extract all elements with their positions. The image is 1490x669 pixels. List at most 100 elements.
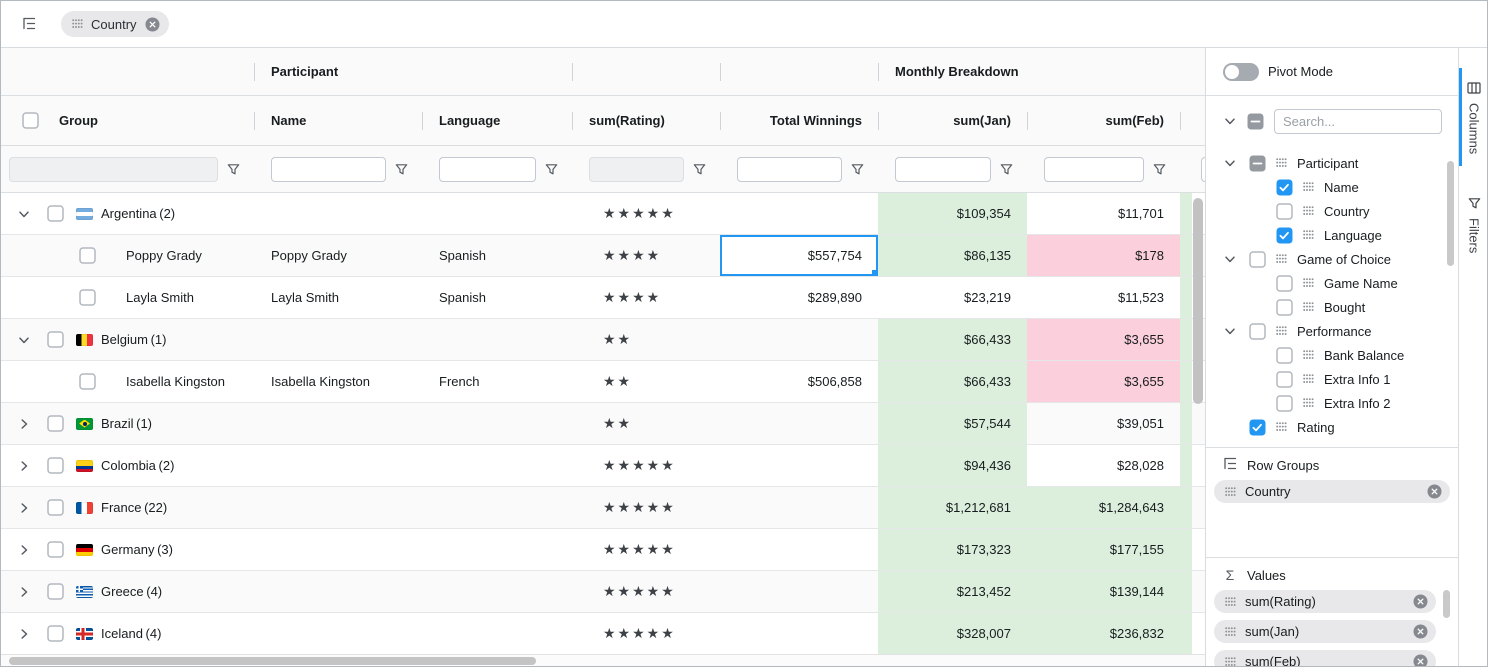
cell-language[interactable] bbox=[422, 319, 572, 360]
column-item-extra-info-1[interactable]: Extra Info 1 bbox=[1206, 367, 1458, 391]
column-search-input[interactable] bbox=[1274, 109, 1442, 134]
chevron-down-icon[interactable] bbox=[17, 207, 31, 221]
row-checkbox-icon[interactable] bbox=[47, 583, 64, 600]
group-chip-country[interactable]: Country bbox=[61, 11, 169, 37]
cell-total-winnings[interactable] bbox=[720, 193, 878, 234]
column-header-group[interactable]: Group bbox=[1, 96, 254, 145]
cell-feb[interactable]: $11,523 bbox=[1027, 277, 1180, 318]
column-checkbox-icon[interactable] bbox=[1276, 203, 1293, 220]
chip-sumfeb[interactable]: sum(Feb) bbox=[1214, 650, 1436, 667]
cell-language[interactable]: Spanish bbox=[422, 235, 572, 276]
filter-input-language[interactable] bbox=[439, 157, 536, 182]
column-item-game-of-choice[interactable]: Game of Choice bbox=[1206, 247, 1458, 271]
cell-name[interactable] bbox=[254, 529, 422, 570]
cell-group[interactable]: Greece (4) bbox=[1, 571, 254, 612]
filter-funnel-icon[interactable] bbox=[544, 162, 559, 177]
cell-group[interactable]: Belgium (1) bbox=[1, 319, 254, 360]
pivot-mode-toggle[interactable] bbox=[1223, 63, 1259, 81]
column-checkbox-icon[interactable] bbox=[1249, 419, 1266, 436]
column-checkbox-icon[interactable] bbox=[1276, 347, 1293, 364]
row-checkbox[interactable] bbox=[79, 289, 96, 306]
filter-button-rating[interactable] bbox=[684, 162, 714, 177]
tree-scrollbar-thumb[interactable] bbox=[1447, 161, 1454, 266]
chevron-right-icon[interactable] bbox=[17, 459, 31, 473]
column-checkbox-icon[interactable] bbox=[1276, 371, 1293, 388]
row-checkbox-icon[interactable] bbox=[47, 541, 64, 558]
column-header-name[interactable]: Name bbox=[254, 96, 422, 145]
chip-country[interactable]: Country bbox=[1214, 480, 1450, 503]
remove-icon[interactable] bbox=[145, 17, 160, 32]
column-checkbox[interactable] bbox=[1249, 155, 1266, 172]
cell-language[interactable] bbox=[422, 529, 572, 570]
filter-input-jan[interactable] bbox=[895, 157, 991, 182]
cell-group[interactable]: Isabella Kingston bbox=[1, 361, 254, 402]
filter-funnel-icon[interactable] bbox=[850, 162, 865, 177]
remove-icon[interactable] bbox=[1413, 654, 1428, 667]
chevron-down-icon[interactable] bbox=[1223, 156, 1237, 170]
cell-jan[interactable]: $328,007 bbox=[878, 613, 1027, 654]
cell-jan[interactable]: $23,219 bbox=[878, 277, 1027, 318]
filter-input-total[interactable] bbox=[737, 157, 842, 182]
column-checkbox[interactable] bbox=[1276, 395, 1293, 412]
column-header-feb[interactable]: sum(Feb) bbox=[1027, 96, 1180, 145]
select-all-rows-checkbox-icon[interactable] bbox=[22, 112, 39, 129]
filter-button-total[interactable] bbox=[842, 162, 872, 177]
column-checkbox-icon[interactable] bbox=[1276, 179, 1293, 196]
filter-funnel-icon[interactable] bbox=[226, 162, 241, 177]
column-checkbox[interactable] bbox=[1276, 203, 1293, 220]
row-checkbox-icon[interactable] bbox=[47, 499, 64, 516]
cell-rating[interactable]: ★★★★ bbox=[572, 235, 720, 276]
select-all-rows-checkbox[interactable] bbox=[22, 112, 39, 129]
row-checkbox[interactable] bbox=[47, 499, 64, 516]
cell-total-winnings[interactable] bbox=[720, 445, 878, 486]
chip-sumrating[interactable]: sum(Rating) bbox=[1214, 590, 1436, 613]
cell-rating[interactable]: ★★★★★ bbox=[572, 193, 720, 234]
cell-total-winnings[interactable] bbox=[720, 487, 878, 528]
chevron-down-icon[interactable] bbox=[1223, 324, 1237, 338]
cell-total-winnings[interactable] bbox=[720, 319, 878, 360]
cell-total-winnings[interactable] bbox=[720, 571, 878, 612]
remove-chip-icon[interactable] bbox=[1427, 484, 1442, 499]
column-checkbox-icon[interactable] bbox=[1276, 299, 1293, 316]
row-checkbox[interactable] bbox=[47, 331, 64, 348]
filter-funnel-icon[interactable] bbox=[999, 162, 1014, 177]
remove-icon[interactable] bbox=[1413, 594, 1428, 609]
cell-jan[interactable]: $86,135 bbox=[878, 235, 1027, 276]
remove-group-icon[interactable] bbox=[145, 17, 160, 32]
cell-rating[interactable]: ★★★★★ bbox=[572, 529, 720, 570]
column-checkbox[interactable] bbox=[1276, 275, 1293, 292]
chevron-down-icon[interactable] bbox=[1223, 252, 1237, 266]
column-header-total[interactable]: Total Winnings bbox=[720, 96, 878, 145]
filter-button-name[interactable] bbox=[386, 162, 416, 177]
row-checkbox-icon[interactable] bbox=[47, 415, 64, 432]
cell-group[interactable]: Iceland (4) bbox=[1, 613, 254, 654]
cell-language[interactable] bbox=[422, 403, 572, 444]
group-header-monthly-breakdown[interactable]: Monthly Breakdown bbox=[878, 48, 1205, 95]
cell-group[interactable]: Colombia (2) bbox=[1, 445, 254, 486]
cell-jan[interactable]: $57,544 bbox=[878, 403, 1027, 444]
cell-feb[interactable]: $236,832 bbox=[1027, 613, 1180, 654]
row-checkbox-icon[interactable] bbox=[47, 457, 64, 474]
cell-group[interactable]: Poppy Grady bbox=[1, 235, 254, 276]
select-all-columns-checkbox-icon[interactable] bbox=[1247, 113, 1264, 130]
column-checkbox-icon[interactable] bbox=[1276, 227, 1293, 244]
column-item-language[interactable]: Language bbox=[1206, 223, 1458, 247]
remove-chip-icon[interactable] bbox=[1413, 654, 1428, 667]
column-header-rating[interactable]: sum(Rating) bbox=[572, 96, 720, 145]
column-checkbox-icon[interactable] bbox=[1249, 323, 1266, 340]
remove-icon[interactable] bbox=[1413, 624, 1428, 639]
cell-rating[interactable]: ★★ bbox=[572, 319, 720, 360]
column-checkbox[interactable] bbox=[1276, 347, 1293, 364]
filter-funnel-icon[interactable] bbox=[394, 162, 409, 177]
cell-name[interactable] bbox=[254, 193, 422, 234]
cell-group[interactable]: Brazil (1) bbox=[1, 403, 254, 444]
cell-total-winnings[interactable]: $289,890 bbox=[720, 277, 878, 318]
row-checkbox-icon[interactable] bbox=[47, 205, 64, 222]
chevron-right-icon[interactable] bbox=[17, 585, 31, 599]
cell-group[interactable]: Argentina (2) bbox=[1, 193, 254, 234]
horizontal-scrollbar-thumb[interactable] bbox=[9, 657, 536, 665]
chevron-right-icon[interactable] bbox=[17, 627, 31, 641]
cell-language[interactable] bbox=[422, 193, 572, 234]
tab-columns[interactable]: Columns bbox=[1459, 68, 1488, 166]
cell-name[interactable]: Poppy Grady bbox=[254, 235, 422, 276]
